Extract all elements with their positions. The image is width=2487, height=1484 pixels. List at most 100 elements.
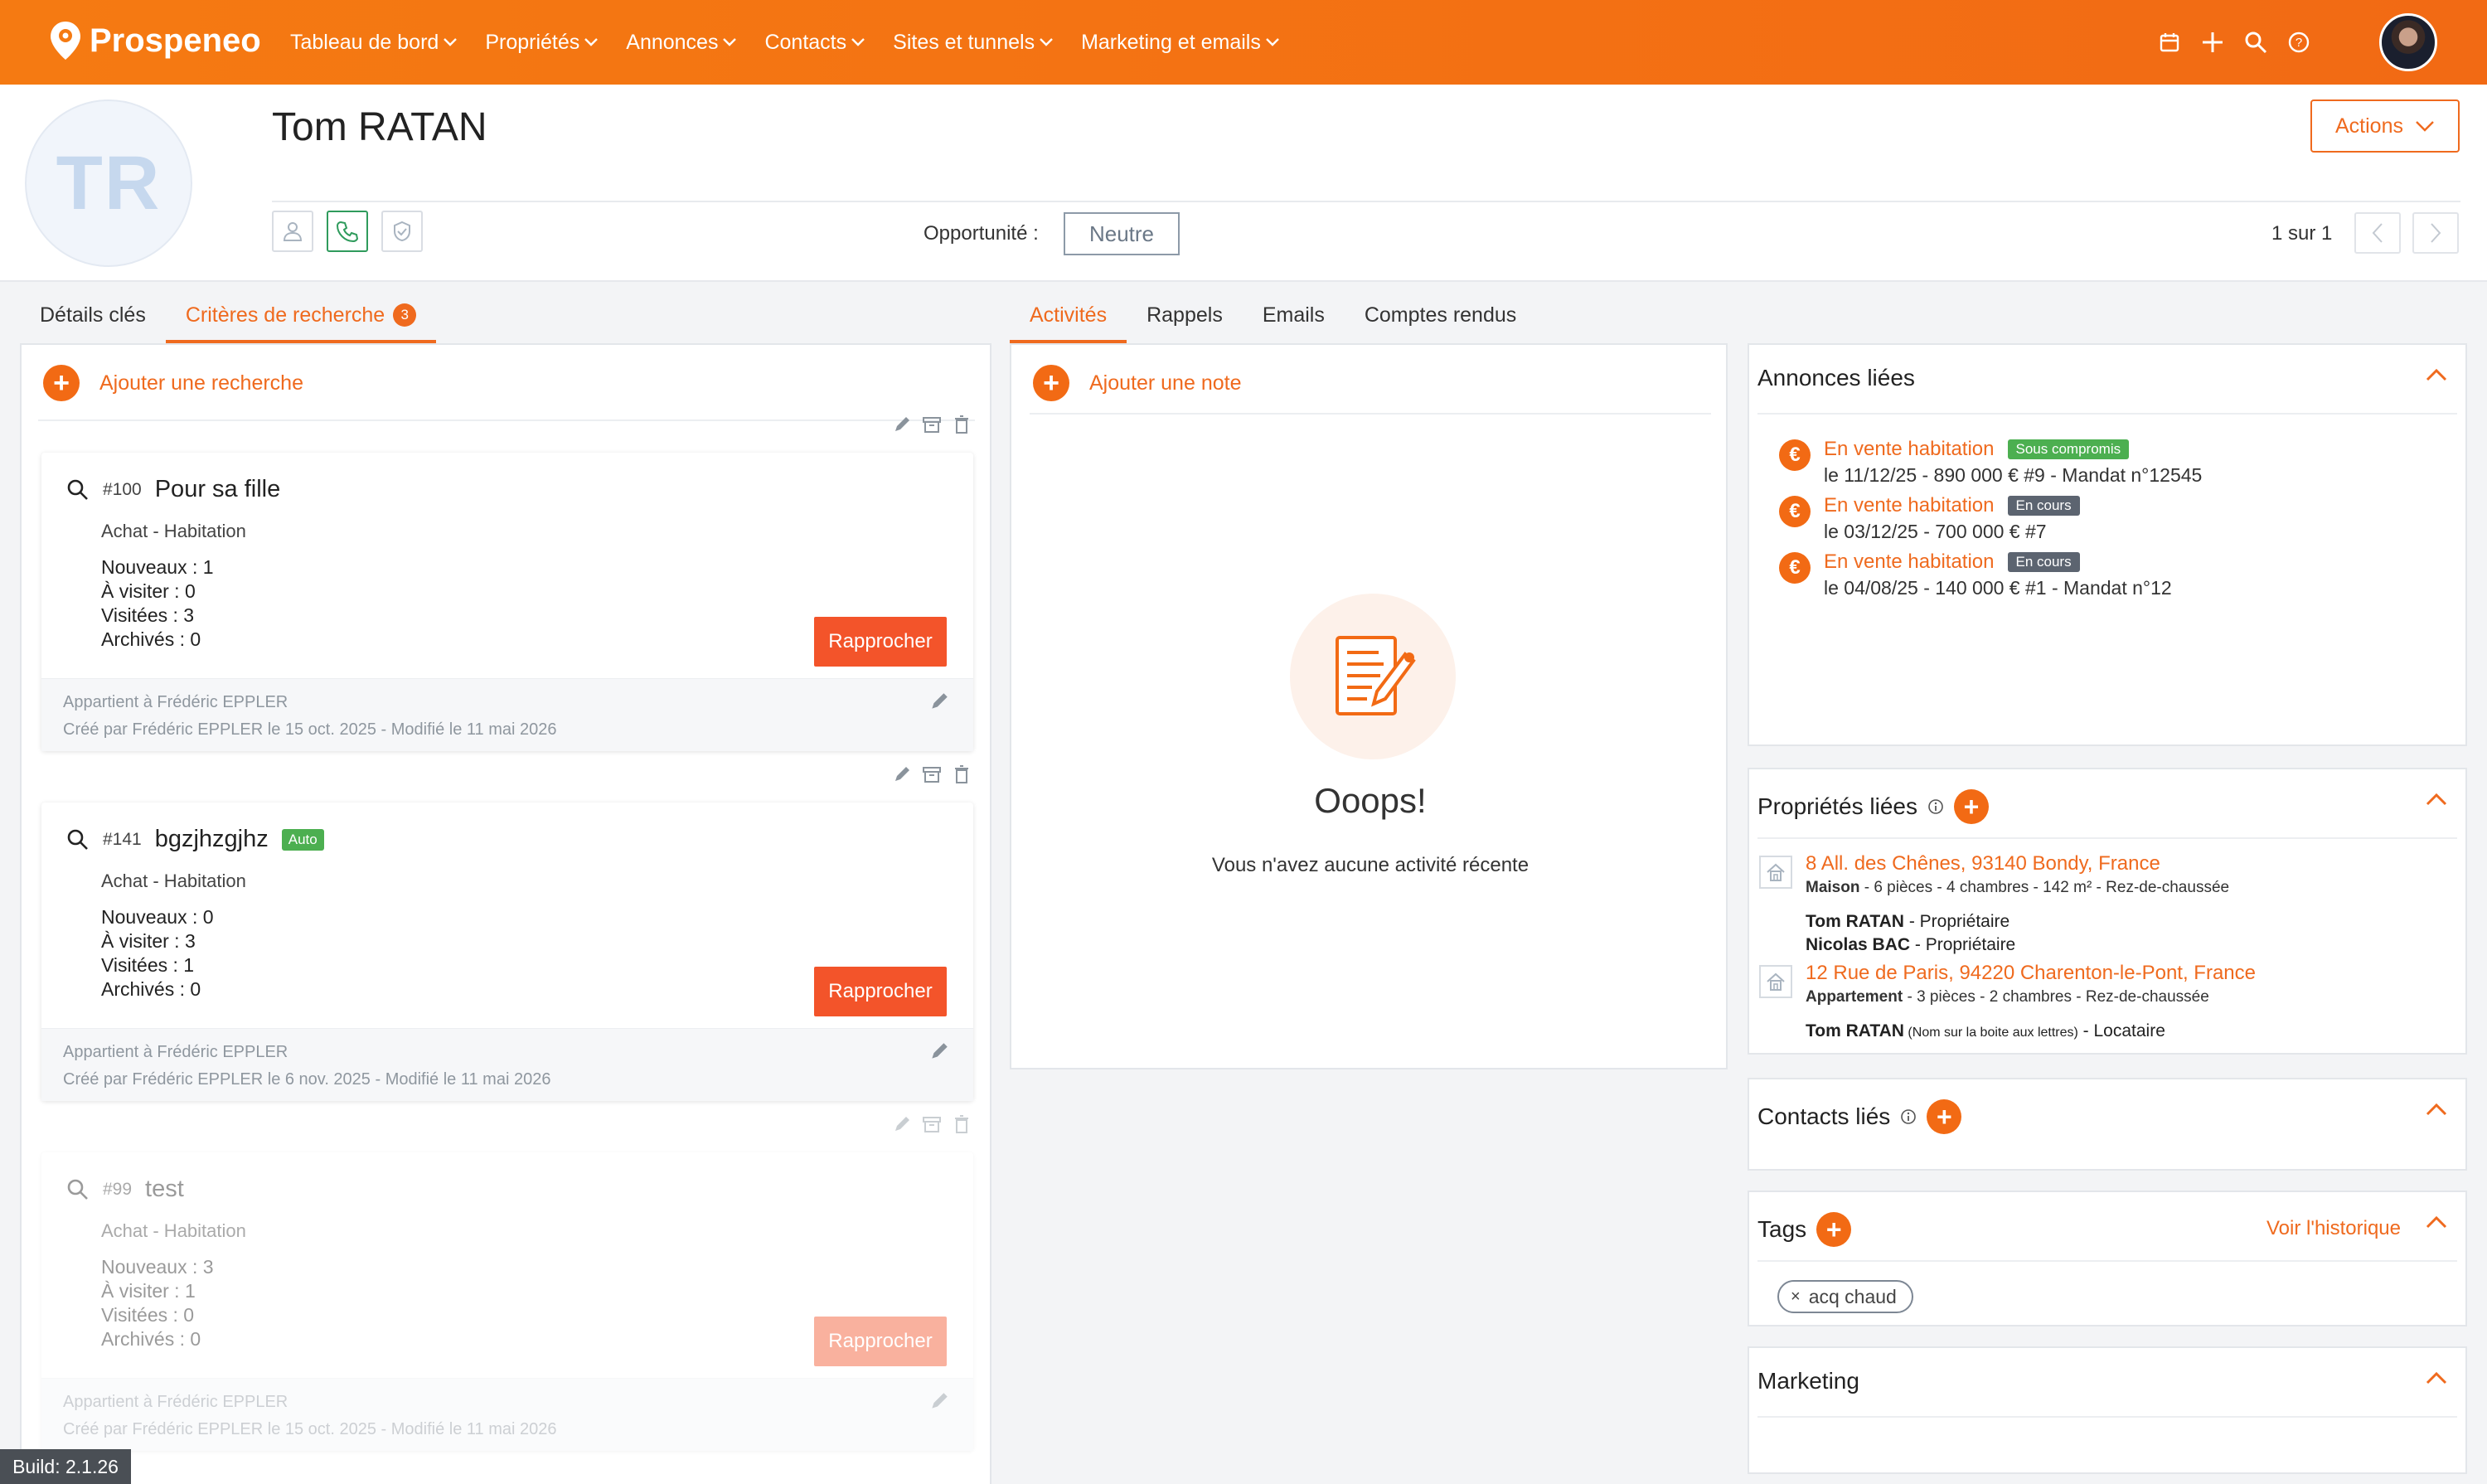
search-icon (67, 1179, 88, 1200)
tag-chip[interactable]: × acq chaud (1777, 1280, 1913, 1313)
chevron-up-icon[interactable] (2426, 1215, 2447, 1229)
chevron-down-icon (444, 38, 458, 46)
chevron-up-icon[interactable] (2426, 1103, 2447, 1116)
next-button[interactable] (2412, 212, 2459, 254)
pencil-icon[interactable] (928, 691, 950, 712)
add-search-button[interactable]: + Ajouter une recherche (43, 365, 303, 401)
pencil-icon[interactable] (892, 415, 912, 434)
note-pencil-icon (1336, 636, 1416, 715)
tab-1[interactable]: Rappels (1127, 292, 1243, 343)
rapprocher-button[interactable]: Rapprocher (814, 1317, 947, 1366)
listing-detail: le 04/08/25 - 140 000 € #1 - Mandat n°12 (1824, 577, 2172, 599)
person-name[interactable]: Tom RATAN (1806, 1021, 1904, 1040)
search-icon (67, 479, 88, 500)
add-contact-button[interactable]: + (1927, 1099, 1962, 1134)
user-avatar[interactable] (2379, 13, 2437, 71)
nav-item-5[interactable]: Marketing et emails (1081, 31, 1279, 55)
stat-line: Archivés : 0 (101, 628, 201, 650)
shield-toggle[interactable] (381, 211, 423, 252)
chevron-up-icon[interactable] (2426, 368, 2447, 381)
stat-line: À visiter : 1 (101, 1280, 196, 1302)
rapprocher-button[interactable]: Rapprocher (814, 617, 947, 667)
trash-icon[interactable] (952, 764, 972, 784)
created-text: Créé par Frédéric EPPLER le 15 oct. 2025… (63, 720, 557, 739)
add-tag-button[interactable]: + (1816, 1212, 1852, 1247)
help-icon[interactable]: ? (2286, 30, 2311, 55)
stat-line: À visiter : 3 (101, 930, 196, 952)
card-title: Tags + (1757, 1212, 1852, 1247)
archive-icon[interactable] (922, 415, 942, 434)
tab-label: Comptes rendus (1364, 303, 1517, 327)
stat-line: Nouveaux : 0 (101, 906, 214, 928)
tab-label: Activités (1030, 303, 1108, 327)
pencil-icon[interactable] (928, 1390, 950, 1412)
stat-line: À visiter : 0 (101, 580, 196, 602)
nav-item-2[interactable]: Annonces (626, 31, 737, 55)
property-address[interactable]: 8 All. des Chênes, 93140 Bondy, France (1806, 852, 2160, 875)
tab-label: Emails (1262, 303, 1325, 327)
archive-icon[interactable] (922, 764, 942, 784)
search-icon[interactable] (2243, 30, 2268, 55)
euro-icon: € (1779, 439, 1811, 471)
divider (1757, 1416, 2457, 1418)
plus-icon[interactable] (2200, 30, 2225, 55)
actions-button[interactable]: Actions (2310, 99, 2460, 153)
property-address[interactable]: 12 Rue de Paris, 94220 Charenton-le-Pont… (1806, 962, 2256, 985)
search-type: Achat - Habitation (101, 521, 246, 541)
card-title-text: Contacts liés (1757, 1103, 1891, 1129)
divider (38, 419, 975, 421)
nav-item-4[interactable]: Sites et tunnels (893, 31, 1053, 55)
euro-icon: € (1779, 496, 1811, 527)
owner-text: Appartient à Frédéric EPPLER (63, 1043, 288, 1061)
brand-logo[interactable]: Prospeneo (48, 20, 261, 61)
card-tools (892, 415, 972, 434)
add-property-button[interactable]: + (1953, 789, 1989, 824)
linked-contacts-card: Contacts liés + (1748, 1078, 2467, 1171)
rapprocher-button[interactable]: Rapprocher (814, 967, 947, 1016)
search-footer: Appartient à Frédéric EPPLER Créé par Fré… (41, 1378, 973, 1451)
actions-label: Actions (2335, 114, 2403, 138)
search-number: #99 (103, 1179, 133, 1199)
tab-criteres-recherche[interactable]: Critères de recherche 3 (165, 292, 437, 343)
add-note-button[interactable]: + Ajouter une note (1033, 365, 1241, 401)
search-title: test (145, 1176, 184, 1202)
top-icons: ? (2157, 0, 2437, 85)
search-stats: Nouveaux : 0À visiter : 3 Visitées : 1 Arc… (101, 905, 214, 1001)
tab-3[interactable]: Comptes rendus (1345, 292, 1536, 343)
archive-icon[interactable] (922, 1114, 942, 1134)
empty-illustration (1290, 594, 1456, 759)
marketing-card: Marketing (1748, 1346, 2467, 1474)
info-icon[interactable] (1927, 798, 1944, 815)
person-name[interactable]: Nicolas BAC (1806, 935, 1910, 954)
nav-item-3[interactable]: Contacts (764, 31, 865, 55)
prev-button[interactable] (2354, 212, 2401, 254)
remove-tag-icon[interactable]: × (1791, 1288, 1801, 1307)
nav-item-1[interactable]: Propriétés (485, 31, 599, 55)
nav-item-0[interactable]: Tableau de bord (290, 31, 458, 55)
opportunity-select[interactable]: Neutre (1064, 212, 1180, 255)
history-link[interactable]: Voir l'historique (2266, 1217, 2401, 1240)
search-header: #141 bgzjhzgjhz Auto (66, 826, 324, 853)
nav-label: Contacts (764, 30, 847, 54)
contact-header: TR Tom RATAN Actions Opportunité : Neutr… (0, 85, 2487, 282)
search-number: #100 (103, 479, 142, 499)
pencil-icon[interactable] (892, 1114, 912, 1134)
tab-details-cles[interactable]: Détails clés (20, 292, 166, 343)
person-toggle[interactable] (272, 211, 313, 252)
chevron-up-icon[interactable] (2426, 1371, 2447, 1385)
phone-toggle[interactable] (327, 211, 368, 252)
pencil-icon[interactable] (892, 764, 912, 784)
pencil-icon[interactable] (928, 1040, 950, 1062)
trash-icon[interactable] (952, 1114, 972, 1134)
property-specs: - 6 pièces - 4 chambres - 142 m² - Rez-d… (1859, 879, 2230, 896)
calendar-icon[interactable] (2157, 30, 2182, 55)
chevron-down-icon (723, 38, 737, 46)
info-icon[interactable] (1900, 1108, 1917, 1125)
trash-icon[interactable] (952, 415, 972, 434)
chevron-up-icon[interactable] (2426, 793, 2447, 806)
stat-line: Visitées : 0 (101, 1304, 195, 1326)
property-person: Tom RATAN - Propriétaire (1806, 912, 2009, 932)
tab-2[interactable]: Emails (1243, 292, 1345, 343)
tab-0[interactable]: Activités (1010, 292, 1127, 343)
person-name[interactable]: Tom RATAN (1806, 912, 1904, 931)
